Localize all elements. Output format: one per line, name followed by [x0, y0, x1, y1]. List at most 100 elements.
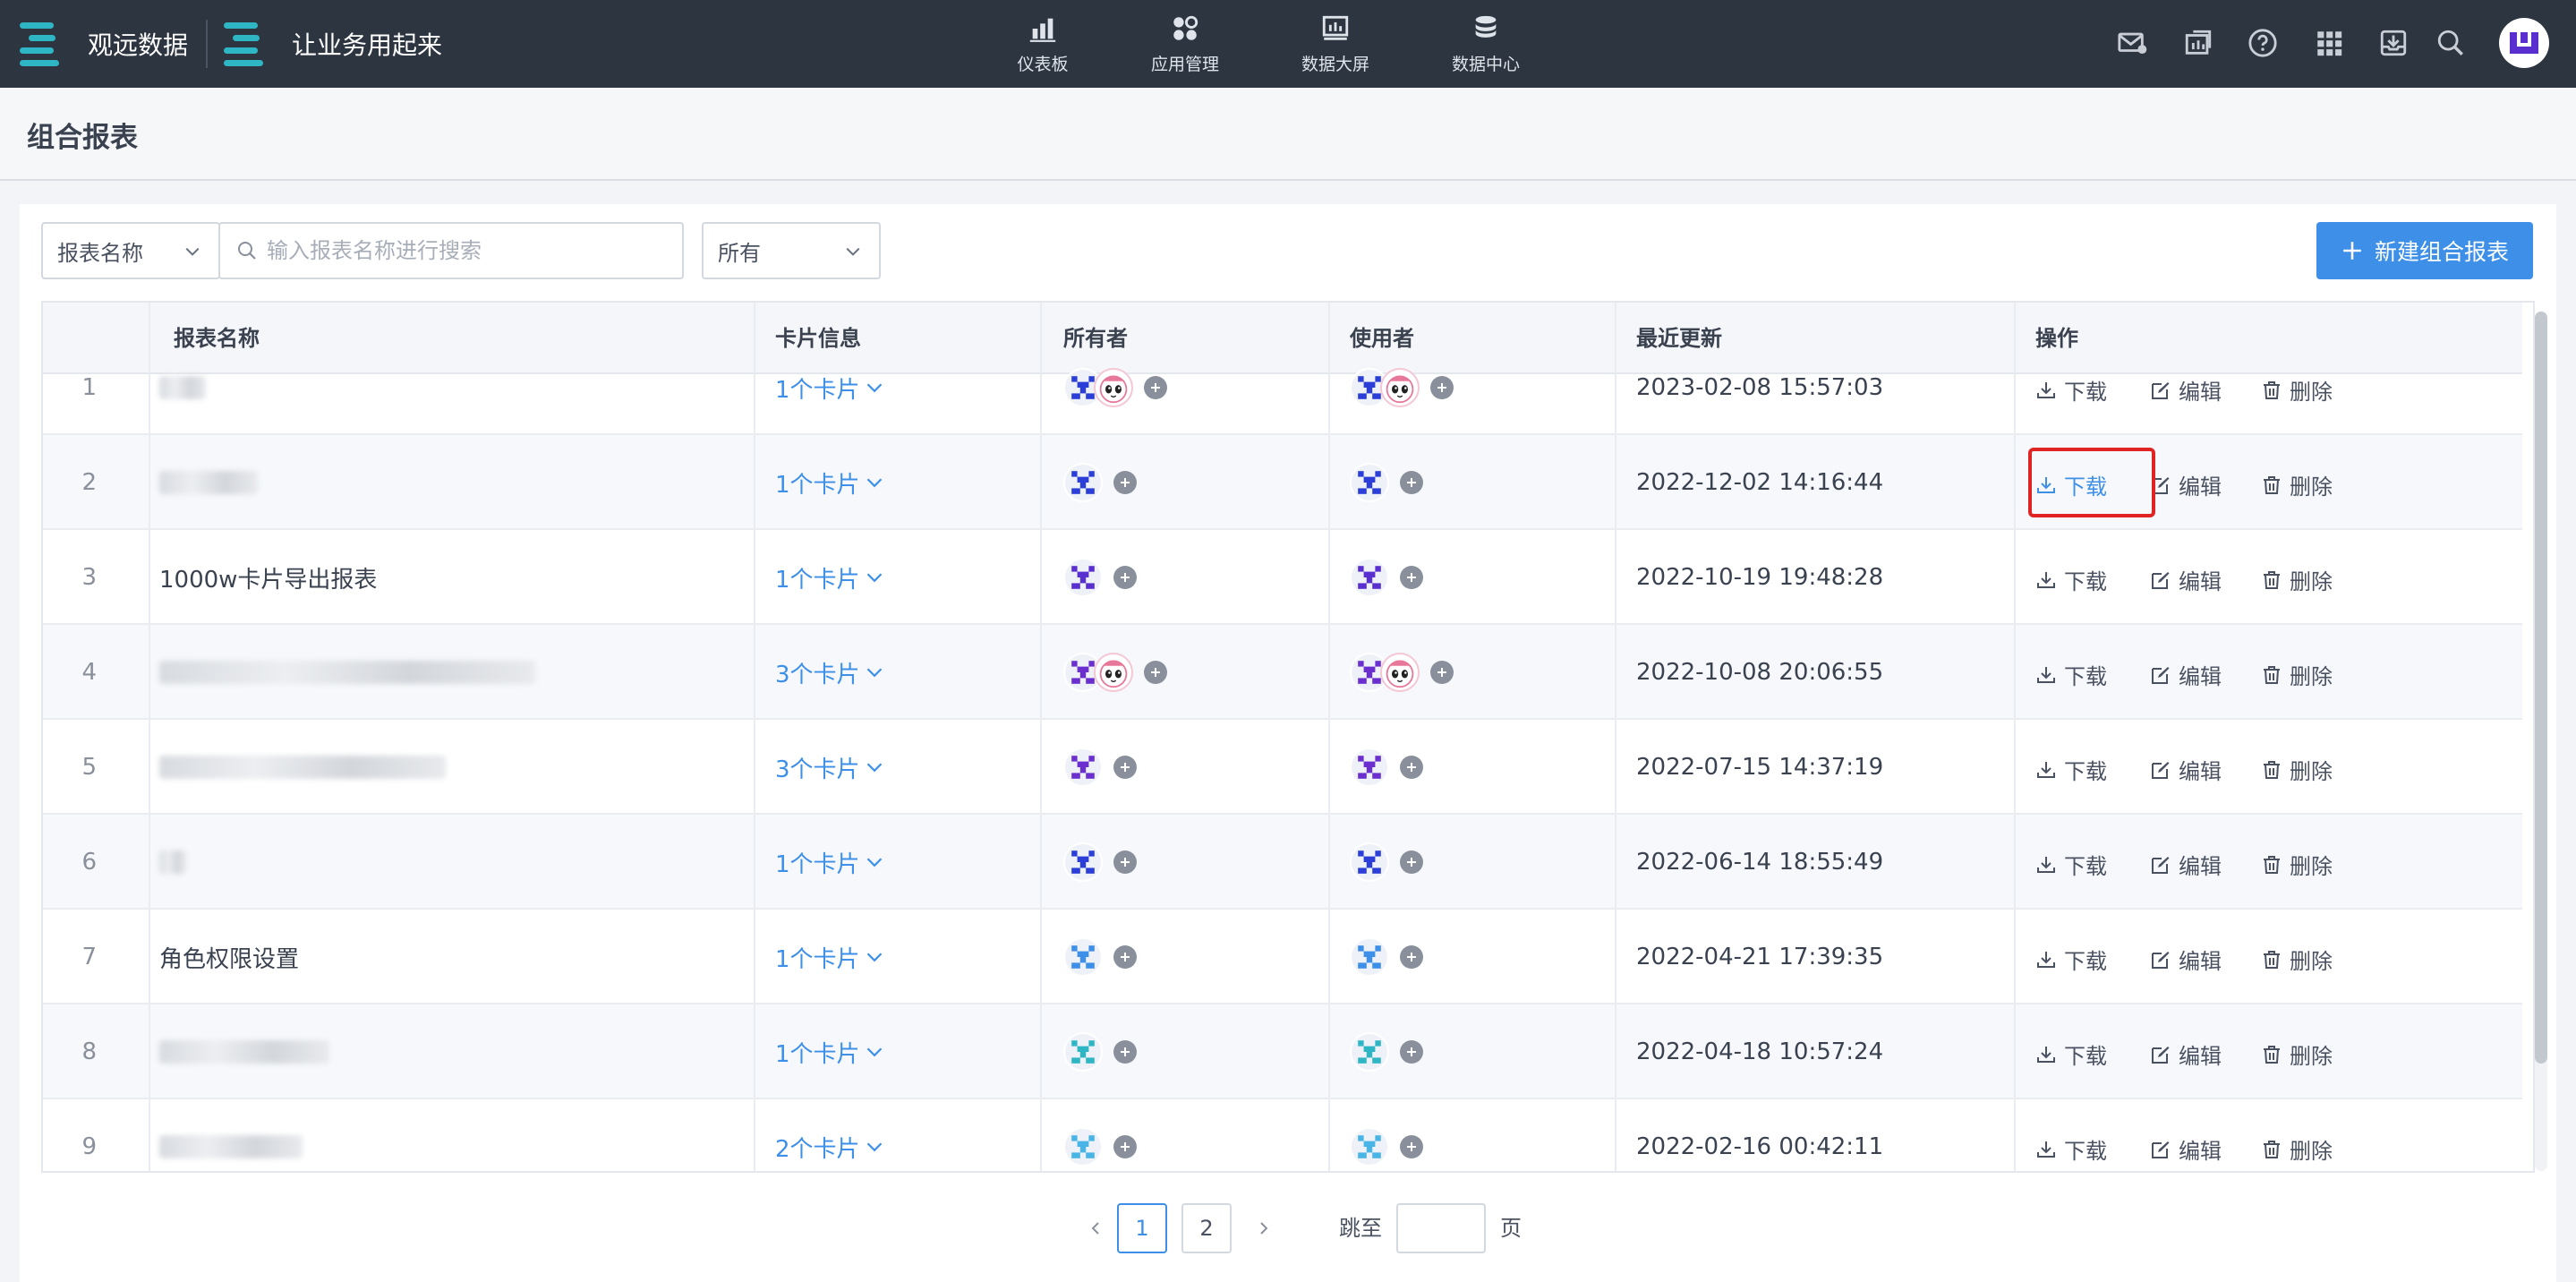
- card-info-dropdown[interactable]: 3个卡片: [775, 656, 883, 689]
- avatar[interactable]: [1350, 1127, 1389, 1167]
- report-name[interactable]: [159, 720, 446, 815]
- add-owner-button[interactable]: [1113, 850, 1137, 874]
- avatar[interactable]: [1350, 1032, 1389, 1072]
- search-field[interactable]: [218, 222, 684, 279]
- nav-dashboard[interactable]: 仪表板: [1006, 0, 1079, 88]
- add-owner-button[interactable]: [1144, 661, 1167, 684]
- table-scrollbar[interactable]: [2535, 312, 2547, 1171]
- scrollbar-thumb[interactable]: [2535, 312, 2547, 1064]
- dashboard-share-button[interactable]: [2179, 23, 2218, 63]
- report-name[interactable]: [159, 435, 258, 530]
- download-tray-button[interactable]: [2374, 23, 2413, 63]
- avatar[interactable]: [1063, 558, 1103, 597]
- add-user-button[interactable]: [1400, 1040, 1423, 1064]
- table-row[interactable]: 9 2个卡片 2022-02-16 00:42:11 下载 编辑 删除: [43, 1099, 2522, 1171]
- download-button[interactable]: 下载: [2035, 374, 2107, 406]
- avatar[interactable]: [1350, 463, 1389, 502]
- card-info-dropdown[interactable]: 3个卡片: [775, 751, 883, 784]
- avatar[interactable]: [1094, 653, 1133, 692]
- edit-button[interactable]: 编辑: [2150, 564, 2222, 595]
- edit-button[interactable]: 编辑: [2150, 754, 2222, 785]
- avatar[interactable]: [1350, 748, 1389, 787]
- download-button[interactable]: 下载: [2035, 564, 2107, 595]
- report-name[interactable]: [159, 1004, 329, 1099]
- new-combined-report-button[interactable]: 新建组合报表: [2316, 222, 2533, 279]
- report-name[interactable]: [159, 1099, 303, 1171]
- avatar[interactable]: [1063, 937, 1103, 977]
- table-row[interactable]: 8 1个卡片 2022-04-18 10:57:24 下载 编辑 删除: [43, 1004, 2522, 1099]
- add-owner-button[interactable]: [1144, 376, 1167, 399]
- card-info-dropdown[interactable]: 1个卡片: [775, 466, 883, 500]
- edit-button[interactable]: 编辑: [2150, 659, 2222, 690]
- card-info-dropdown[interactable]: 1个卡片: [775, 1036, 883, 1069]
- edit-button[interactable]: 编辑: [2150, 1133, 2222, 1165]
- table-row[interactable]: 4 3个卡片 2022-10-08 20:06:55 下载 编辑 删除: [43, 625, 2522, 720]
- delete-button[interactable]: 删除: [2261, 849, 2333, 880]
- avatar[interactable]: [1094, 368, 1133, 407]
- avatar[interactable]: [1380, 653, 1420, 692]
- download-button[interactable]: 下载: [2035, 1038, 2107, 1070]
- next-page-button[interactable]: [1246, 1203, 1282, 1253]
- delete-button[interactable]: 删除: [2261, 1133, 2333, 1165]
- add-user-button[interactable]: [1400, 566, 1423, 589]
- table-row[interactable]: 7 角色权限设置 1个卡片 2022-04-21 17:39:35 下载 编辑 删除: [43, 910, 2522, 1004]
- card-info-dropdown[interactable]: 1个卡片: [775, 941, 883, 974]
- prev-page-button[interactable]: [1078, 1203, 1113, 1253]
- table-row[interactable]: 5 3个卡片 2022-07-15 14:37:19 下载 编辑 删除: [43, 720, 2522, 815]
- delete-button[interactable]: 删除: [2261, 754, 2333, 785]
- add-user-button[interactable]: [1400, 945, 1423, 969]
- add-owner-button[interactable]: [1113, 1135, 1137, 1158]
- add-user-button[interactable]: [1400, 756, 1423, 779]
- add-user-button[interactable]: [1400, 850, 1423, 874]
- table-row[interactable]: 1 1个卡片 2023-02-08 15:57:03 下载 编辑 删除: [43, 340, 2522, 435]
- report-name[interactable]: 1000w卡片导出报表: [159, 530, 377, 625]
- add-owner-button[interactable]: [1113, 756, 1137, 779]
- delete-button[interactable]: 删除: [2261, 374, 2333, 406]
- search-input[interactable]: [267, 238, 661, 263]
- card-info-dropdown[interactable]: 1个卡片: [775, 372, 883, 405]
- edit-button[interactable]: 编辑: [2150, 469, 2222, 500]
- nav-data-center[interactable]: 数据中心: [1445, 0, 1527, 88]
- report-name[interactable]: [159, 340, 206, 435]
- download-button[interactable]: 下载: [2035, 1133, 2107, 1165]
- mail-button[interactable]: [2112, 23, 2152, 63]
- add-user-button[interactable]: [1400, 1135, 1423, 1158]
- report-name[interactable]: [159, 815, 186, 910]
- edit-button[interactable]: 编辑: [2150, 944, 2222, 975]
- card-info-dropdown[interactable]: 1个卡片: [775, 846, 883, 879]
- brand-slogan[interactable]: 让业务用起来: [224, 0, 442, 88]
- page-2-button[interactable]: 2: [1181, 1203, 1232, 1253]
- avatar[interactable]: [1380, 368, 1420, 407]
- jump-page-input[interactable]: [1396, 1203, 1486, 1253]
- avatar[interactable]: [1350, 937, 1389, 977]
- add-owner-button[interactable]: [1113, 566, 1137, 589]
- delete-button[interactable]: 删除: [2261, 944, 2333, 975]
- nav-app-management[interactable]: 应用管理: [1144, 0, 1226, 88]
- avatar[interactable]: [1350, 558, 1389, 597]
- page-1-button[interactable]: 1: [1117, 1203, 1167, 1253]
- nav-big-screen[interactable]: 数据大屏: [1294, 0, 1377, 88]
- add-owner-button[interactable]: [1113, 471, 1137, 494]
- edit-button[interactable]: 编辑: [2150, 849, 2222, 880]
- table-row[interactable]: 3 1000w卡片导出报表 1个卡片 2022-10-19 19:48:28 下载 编辑 删…: [43, 530, 2522, 625]
- avatar[interactable]: [1063, 842, 1103, 882]
- avatar[interactable]: [1063, 463, 1103, 502]
- search-button[interactable]: [2431, 23, 2470, 63]
- table-row[interactable]: 6 1个卡片 2022-06-14 18:55:49 下载 编辑 删除: [43, 815, 2522, 910]
- delete-button[interactable]: 删除: [2261, 1038, 2333, 1070]
- card-info-dropdown[interactable]: 2个卡片: [775, 1131, 883, 1164]
- avatar[interactable]: [1063, 1127, 1103, 1167]
- add-owner-button[interactable]: [1113, 1040, 1137, 1064]
- report-name[interactable]: 角色权限设置: [159, 910, 299, 1004]
- avatar[interactable]: [1350, 842, 1389, 882]
- download-button[interactable]: 下载: [2035, 849, 2107, 880]
- delete-button[interactable]: 删除: [2261, 564, 2333, 595]
- add-user-button[interactable]: [1430, 376, 1454, 399]
- add-user-button[interactable]: [1430, 661, 1454, 684]
- card-info-dropdown[interactable]: 1个卡片: [775, 561, 883, 594]
- delete-button[interactable]: 删除: [2261, 659, 2333, 690]
- edit-button[interactable]: 编辑: [2150, 374, 2222, 406]
- download-button[interactable]: 下载: [2035, 944, 2107, 975]
- add-user-button[interactable]: [1400, 471, 1423, 494]
- help-button[interactable]: [2243, 23, 2282, 63]
